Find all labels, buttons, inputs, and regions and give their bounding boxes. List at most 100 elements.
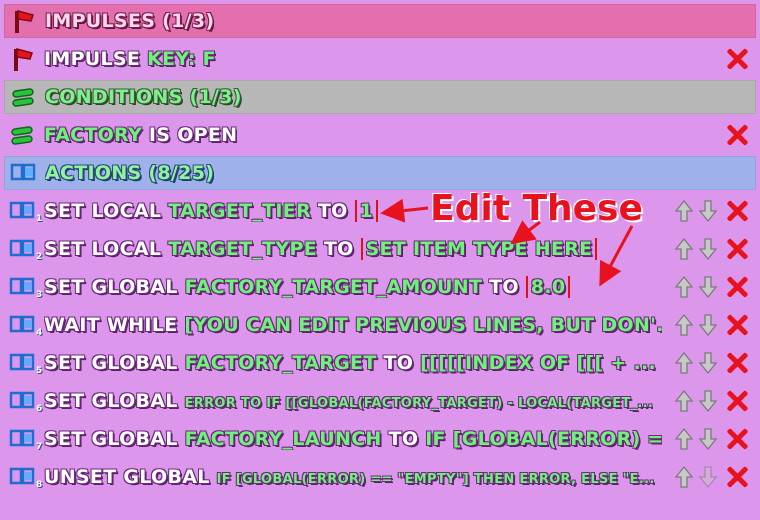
action-verb: WAIT WHILE — [44, 314, 185, 336]
action-variable: FACTORY_TARGET_AMOUNT — [184, 276, 483, 298]
arrow-up-icon[interactable] — [674, 465, 694, 489]
action-verb: SET LOCAL — [44, 200, 169, 222]
action-connector: TO — [376, 352, 421, 374]
action-text: SET GLOBAL FACTORY_TARGET_AMOUNT TO 8.0 — [44, 276, 571, 298]
action-verb: SET GLOBAL — [44, 276, 185, 298]
action-index: 7 — [36, 442, 43, 452]
action-text: WAIT WHILE [YOU CAN EDIT PREVIOUS LINES,… — [44, 314, 662, 336]
action-connector: TO — [381, 428, 426, 450]
action-connector: TO — [316, 238, 361, 260]
action-value[interactable]: SET ITEM TYPE HERE — [360, 238, 598, 260]
blue-action-icon — [8, 463, 36, 491]
actions-header[interactable]: ACTIONS (8/25) — [4, 156, 756, 190]
arrow-up-icon[interactable] — [674, 351, 694, 375]
action-row[interactable]: 7 SET GLOBAL FACTORY_LAUNCH TO IF [GLOBAL… — [4, 422, 756, 456]
action-connector: TO — [482, 276, 526, 298]
action-index: 3 — [36, 290, 43, 300]
action-row[interactable]: 2 SET LOCAL TARGET_TYPE TO SET ITEM TYPE … — [4, 232, 756, 266]
delete-action-icon[interactable] — [726, 352, 748, 374]
impulse-text: IMPULSE KEY: F — [44, 48, 216, 70]
action-text: SET GLOBAL FACTORY_TARGET TO [[[[[INDEX … — [44, 352, 656, 374]
blue-action-icon — [8, 235, 36, 263]
action-variable: TARGET_TYPE — [168, 238, 317, 260]
condition-text: FACTORY IS OPEN — [44, 124, 237, 146]
arrow-down-icon[interactable] — [698, 351, 718, 375]
delete-action-icon[interactable] — [726, 466, 748, 488]
delete-action-icon[interactable] — [726, 314, 748, 336]
action-text: UNSET GLOBAL IF [GLOBAL(ERROR) == "EMPTY… — [44, 466, 655, 488]
delete-action-icon[interactable] — [726, 428, 748, 450]
arrow-down-icon[interactable] — [698, 199, 718, 223]
action-variable: FACTORY_TARGET — [184, 352, 377, 374]
arrow-up-icon[interactable] — [674, 199, 694, 223]
arrow-up-icon[interactable] — [674, 275, 694, 299]
action-index: 4 — [36, 328, 43, 338]
action-variable: [YOU CAN EDIT PREVIOUS LINES, BUT DON'..… — [184, 314, 662, 336]
blue-action-icon — [8, 311, 36, 339]
action-connector: TO — [311, 200, 355, 222]
delete-action-icon[interactable] — [726, 238, 748, 260]
action-row[interactable]: 3 SET GLOBAL FACTORY_TARGET_AMOUNT TO 8.0 — [4, 270, 756, 304]
arrow-up-icon[interactable] — [674, 389, 694, 413]
action-variable: FACTORY_LAUNCH — [184, 428, 382, 450]
impulses-header[interactable]: IMPULSES (1/3) — [4, 4, 756, 38]
action-index: 1 — [36, 214, 43, 224]
action-verb: SET GLOBAL — [44, 352, 185, 374]
conditions-header-label: CONDITIONS (1/3) — [45, 86, 242, 108]
arrow-down-icon[interactable] — [698, 465, 718, 489]
action-text: SET GLOBAL ERROR TO IF [[GLOBAL(FACTORY_… — [44, 390, 653, 412]
blue-action-icon — [8, 387, 36, 415]
impulse-label: IMPULSE — [44, 48, 141, 70]
action-verb: SET LOCAL — [44, 238, 169, 260]
action-value[interactable]: 8.0 — [525, 276, 571, 298]
impulses-header-label: IMPULSES (1/3) — [45, 10, 215, 32]
impulse-key: KEY: F — [147, 48, 216, 70]
action-text: SET LOCAL TARGET_TIER TO 1 — [44, 200, 379, 222]
action-variable: TARGET_TIER — [168, 200, 311, 222]
delete-impulse-icon[interactable] — [726, 48, 748, 70]
impulse-row[interactable]: IMPULSE KEY: F — [4, 42, 756, 76]
action-variable: ERROR TO IF [[GLOBAL(FACTORY_TARGET) - L… — [184, 396, 654, 411]
edit-annotation: Edit These — [430, 188, 643, 229]
blue-action-icon — [8, 273, 36, 301]
action-index: 2 — [36, 252, 43, 262]
delete-condition-icon[interactable] — [726, 124, 748, 146]
action-row[interactable]: 8 UNSET GLOBAL IF [GLOBAL(ERROR) == "EMPT… — [4, 460, 756, 494]
blue-action-icon — [9, 159, 37, 187]
arrow-down-icon[interactable] — [698, 427, 718, 451]
action-row[interactable]: 4 WAIT WHILE [YOU CAN EDIT PREVIOUS LINES… — [4, 308, 756, 342]
condition-var: FACTORY — [44, 124, 143, 146]
green-equals-icon — [9, 83, 37, 111]
arrow-down-icon[interactable] — [698, 237, 718, 261]
action-verb: SET GLOBAL — [44, 428, 185, 450]
action-text: SET LOCAL TARGET_TYPE TO SET ITEM TYPE H… — [44, 238, 598, 260]
action-text: SET GLOBAL FACTORY_LAUNCH TO IF [GLOBAL(… — [44, 428, 662, 450]
arrow-up-icon[interactable] — [674, 237, 694, 261]
arrow-down-icon[interactable] — [698, 275, 718, 299]
delete-action-icon[interactable] — [726, 200, 748, 222]
action-value[interactable]: 1 — [354, 200, 379, 222]
action-value: [[[[[INDEX OF [[[ + ... — [420, 352, 657, 374]
arrow-down-icon[interactable] — [698, 389, 718, 413]
conditions-header[interactable]: CONDITIONS (1/3) — [4, 80, 756, 114]
action-index: 6 — [36, 404, 43, 414]
action-verb: SET GLOBAL — [44, 390, 185, 412]
green-equals-icon — [8, 121, 36, 149]
action-row[interactable]: 1 SET LOCAL TARGET_TIER TO 1 — [4, 194, 756, 228]
action-row[interactable]: 6 SET GLOBAL ERROR TO IF [[GLOBAL(FACTORY… — [4, 384, 756, 418]
blue-action-icon — [8, 425, 36, 453]
arrow-up-icon[interactable] — [674, 427, 694, 451]
action-variable: IF [GLOBAL(ERROR) == "EMPTY"] THEN ERROR… — [216, 472, 655, 487]
actions-header-label: ACTIONS (8/25) — [45, 162, 215, 184]
action-index: 8 — [36, 480, 43, 490]
condition-rest: IS OPEN — [142, 124, 238, 146]
delete-action-icon[interactable] — [726, 390, 748, 412]
action-verb: UNSET GLOBAL — [44, 466, 217, 488]
condition-row[interactable]: FACTORY IS OPEN — [4, 118, 756, 152]
red-flag-icon — [8, 45, 36, 73]
red-flag-icon — [9, 7, 37, 35]
action-row[interactable]: 5 SET GLOBAL FACTORY_TARGET TO [[[[[INDEX… — [4, 346, 756, 380]
delete-action-icon[interactable] — [726, 276, 748, 298]
arrow-down-icon[interactable] — [698, 313, 718, 337]
arrow-up-icon[interactable] — [674, 313, 694, 337]
